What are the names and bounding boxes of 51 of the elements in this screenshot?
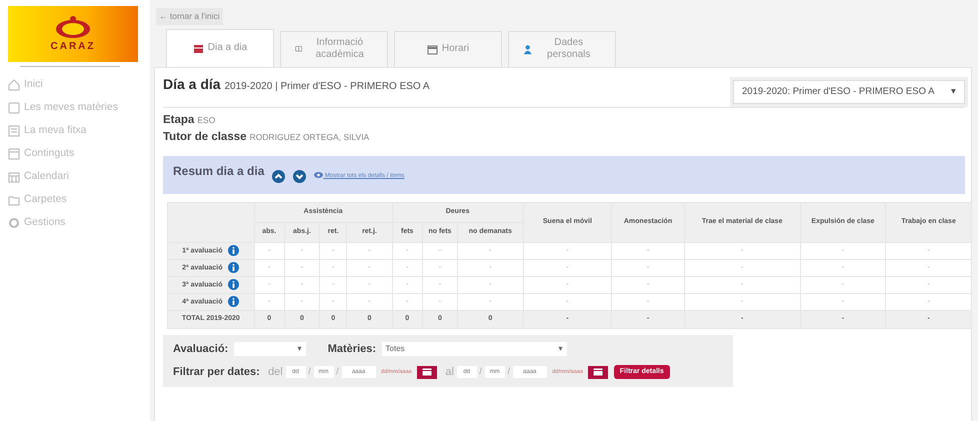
separator: / — [336, 365, 339, 378]
folder-icon — [8, 194, 20, 206]
info-icon — [228, 279, 240, 290]
logo[interactable]: CARAZ — [8, 6, 138, 62]
date-label: del — [268, 364, 283, 380]
back-link[interactable]: ← tornar a l'inici — [156, 8, 223, 25]
calendar-icon — [422, 368, 432, 376]
date-label: al — [445, 364, 454, 380]
sidebar-item[interactable]: Carpetes — [8, 188, 150, 211]
calendar-button[interactable] — [417, 366, 438, 378]
sidebar-item[interactable]: Continguts — [8, 142, 150, 165]
sidebar-item[interactable]: Calendari — [8, 165, 150, 188]
separator: / — [507, 365, 510, 378]
field-label: Avaluació: — [173, 342, 228, 357]
calendar-button[interactable] — [588, 366, 608, 378]
eye-icon — [314, 172, 324, 178]
sidebar-item[interactable]: La meva fitxa — [8, 119, 150, 142]
calendar-icon — [8, 170, 20, 182]
sidebar-item[interactable]: Les meves matèries — [8, 96, 150, 119]
tab[interactable]: Dades personals — [508, 30, 616, 67]
card-icon — [8, 124, 20, 136]
page-heading: Día a día 2019-2020 | Primer d'ESO - PRIMERO ESO A — [163, 74, 430, 94]
calendar-icon — [426, 44, 438, 55]
logo-text: CARAZ — [50, 40, 96, 54]
collapse-icon — [272, 170, 286, 183]
separator: / — [308, 365, 311, 378]
crest-icon — [53, 14, 93, 38]
info-icon — [228, 296, 240, 308]
person-icon — [523, 44, 532, 55]
calendar-icon — [8, 148, 20, 160]
separator: / — [479, 365, 482, 378]
summary-title: Resum dia a dia — [173, 163, 264, 180]
calendar-icon — [593, 368, 604, 376]
info-icon — [228, 262, 240, 274]
info-line: Etapa ESO — [163, 113, 216, 128]
home-icon — [8, 78, 20, 90]
gear-icon — [8, 216, 20, 228]
evaluation-select[interactable]: ▾ — [234, 342, 306, 356]
tab[interactable]: Horari — [394, 30, 502, 67]
expand-icon — [293, 170, 306, 183]
info-line: Tutor de classe RODRIGUEZ ORTEGA, SILVIA — [163, 130, 370, 145]
subjects-select[interactable]: Totes ▾ — [382, 342, 567, 356]
tab[interactable]: Informació acadèmica — [280, 30, 388, 67]
field-label: Matèries: — [328, 342, 376, 357]
field-label: Filtrar per dates: — [173, 364, 260, 380]
sidebar-item[interactable]: Gestions — [8, 211, 150, 234]
course-select[interactable]: 2019-2020: Primer d'ESO - PRIMERO ESO A ▾ — [733, 80, 965, 104]
calendar-icon — [192, 42, 204, 54]
tab[interactable]: Dia a dia — [166, 28, 274, 67]
info-icon — [228, 245, 240, 256]
sidebar-item[interactable]: Inici — [8, 73, 150, 96]
